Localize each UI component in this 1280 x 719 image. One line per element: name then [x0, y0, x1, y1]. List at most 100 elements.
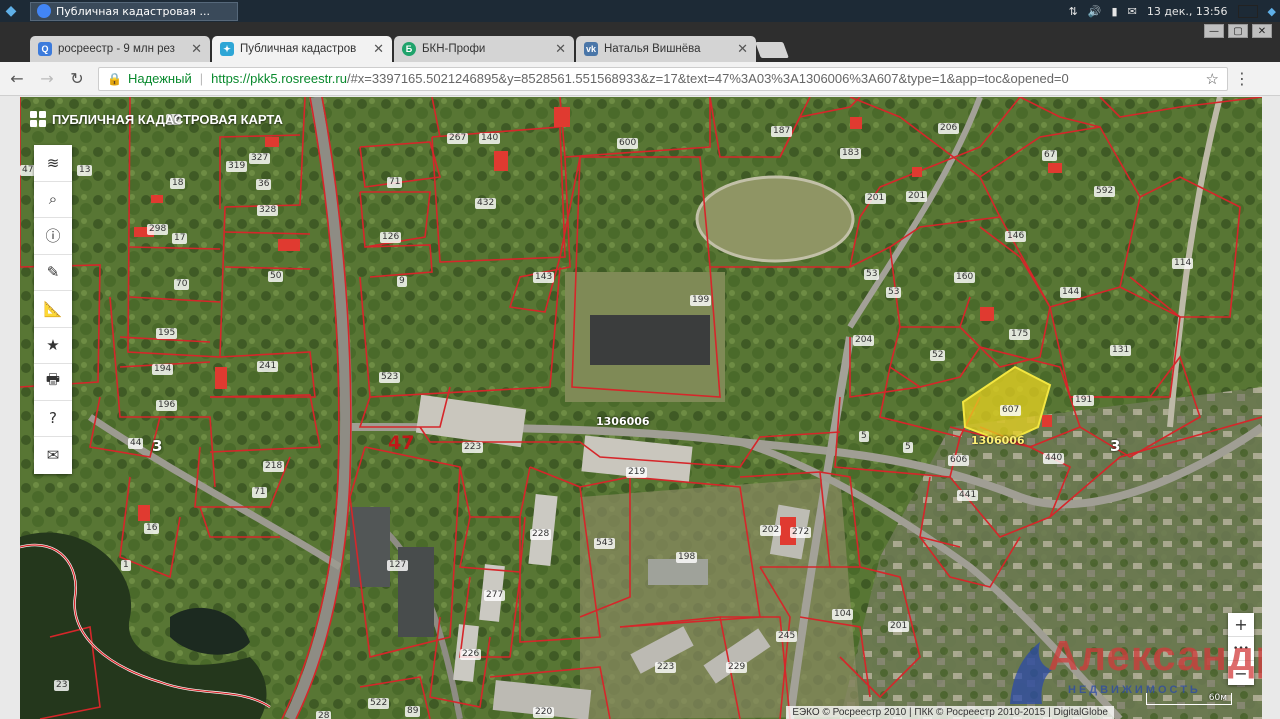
plot-label[interactable]: 441 [957, 490, 979, 501]
close-window-icon[interactable]: ✕ [1252, 24, 1272, 38]
close-icon[interactable]: ✕ [191, 41, 202, 57]
plot-label[interactable]: 223 [462, 442, 484, 453]
plot-label[interactable]: 218 [263, 461, 285, 472]
plot-label[interactable]: 298 [147, 224, 169, 235]
plot-label[interactable]: 592 [1094, 186, 1116, 197]
maximize-icon[interactable]: ▢ [1228, 24, 1248, 38]
plot-label[interactable]: 432 [475, 198, 497, 209]
address-bar[interactable]: 🔒 Надежный | https://pkk5.rosreestr.ru /… [98, 66, 1228, 91]
language-flag-icon[interactable] [1237, 4, 1258, 18]
plot-label[interactable]: 183 [840, 148, 862, 159]
plot-label[interactable]: 327 [249, 153, 271, 164]
plot-label[interactable]: 241 [257, 361, 279, 372]
plot-label[interactable]: 195 [156, 328, 178, 339]
plot-label[interactable]: 143 [533, 272, 555, 283]
plot-label[interactable]: 71 [252, 487, 268, 498]
tab-bkn-profi[interactable]: Б БКН-Профи ✕ [394, 36, 574, 62]
map-app-title[interactable]: ПУБЛИЧНАЯ КАДАСТРОВАЯ КАРТА [30, 111, 283, 127]
plot-label[interactable]: 5 [903, 442, 913, 453]
new-tab-button[interactable] [755, 42, 789, 58]
minimize-icon[interactable]: — [1204, 24, 1224, 38]
plot-label[interactable]: 226 [460, 649, 482, 660]
plot-label[interactable]: 18 [170, 178, 186, 189]
plot-label[interactable]: 9 [397, 276, 407, 287]
plot-label[interactable]: 206 [938, 123, 960, 134]
plot-label[interactable]: 67 [1042, 150, 1058, 161]
print-icon[interactable]: 🖶 [34, 364, 72, 401]
network-icon[interactable]: ⇅ [1069, 5, 1078, 18]
bookmark-star-icon[interactable]: ☆ [1206, 70, 1219, 88]
secure-label[interactable]: Надежный [128, 71, 192, 86]
plot-label[interactable]: 127 [387, 560, 409, 571]
plot-label[interactable]: 328 [257, 205, 279, 216]
plot-label[interactable]: 523 [379, 372, 401, 383]
plot-label[interactable]: 198 [676, 552, 698, 563]
back-arrow-icon[interactable]: ← [4, 66, 30, 92]
forward-arrow-icon[interactable]: → [34, 66, 60, 92]
plot-label[interactable]: 219 [626, 467, 648, 478]
plot-label[interactable]: 131 [1110, 345, 1132, 356]
plot-label[interactable]: 44 [128, 438, 144, 449]
plot-label[interactable]: 272 [790, 527, 812, 538]
plot-label[interactable]: 17 [172, 233, 188, 244]
plot-label[interactable]: 600 [617, 138, 639, 149]
close-icon[interactable]: ✕ [555, 41, 566, 57]
ruler-icon[interactable]: 📐 [34, 291, 72, 328]
plot-label[interactable]: 522 [368, 698, 390, 709]
plot-label[interactable]: 187 [771, 126, 793, 137]
layers-icon[interactable]: ≋ [34, 145, 72, 182]
taskbar-window-button[interactable]: Публичная кадастровая ... [30, 1, 238, 21]
lock-icon[interactable]: 🔒 [107, 72, 122, 86]
plot-label[interactable]: 5 [859, 431, 869, 442]
plot-label[interactable]: 543 [594, 538, 616, 549]
plot-label[interactable]: 23 [54, 680, 70, 691]
plot-label[interactable]: 104 [832, 609, 854, 620]
plot-label[interactable]: 277 [484, 590, 506, 601]
close-icon[interactable]: ✕ [737, 41, 748, 57]
browser-menu-icon[interactable]: ⋮ [1228, 69, 1256, 88]
cadastral-quarter-label[interactable]: 1306006 [971, 434, 1025, 447]
plot-label[interactable]: 114 [1172, 258, 1194, 269]
map-attribution[interactable]: ЕЭКО © Росреестр 2010 | ПКК © Росреестр … [786, 706, 1114, 719]
plot-label[interactable]: 16 [144, 523, 160, 534]
info-icon[interactable]: ⓘ [34, 218, 72, 255]
plot-label[interactable]: 28 [316, 711, 332, 719]
tab-pkk[interactable]: ✦ Публичная кадастров ✕ [212, 36, 392, 62]
tray-app-icon[interactable]: ◆ [1268, 5, 1276, 18]
plot-label[interactable]: 220 [533, 707, 555, 718]
plot-label[interactable]: 53 [864, 269, 880, 280]
plot-label[interactable]: 70 [174, 279, 190, 290]
plot-label[interactable]: 245 [776, 631, 798, 642]
plot-label[interactable]: 50 [268, 271, 284, 282]
mail-icon[interactable]: ✉ [34, 437, 72, 474]
plot-label[interactable]: 204 [853, 335, 875, 346]
plot-label[interactable]: 126 [380, 232, 402, 243]
plot-label[interactable]: 201 [865, 193, 887, 204]
plot-label[interactable]: 201 [888, 621, 910, 632]
plot-label[interactable]: 607 [1000, 405, 1022, 416]
plot-label[interactable]: 229 [726, 662, 748, 673]
plot-label[interactable]: 140 [479, 133, 501, 144]
search-icon[interactable]: ⌕ [34, 182, 72, 218]
plot-label[interactable]: 175 [1009, 329, 1031, 340]
plot-label[interactable]: 440 [1043, 453, 1065, 464]
plot-label[interactable]: 144 [1060, 287, 1082, 298]
plot-label[interactable]: 52 [930, 350, 946, 361]
clock[interactable]: 13 дек., 13:56 [1147, 5, 1228, 18]
tab-rosreestr-search[interactable]: Q росреестр - 9 млн рез ✕ [30, 36, 210, 62]
star-icon[interactable]: ★ [34, 328, 72, 364]
help-icon[interactable]: ? [34, 401, 72, 437]
plot-label[interactable]: 36 [256, 179, 272, 190]
cadastral-quarter-label[interactable]: 1306006 [596, 415, 650, 428]
pencil-icon[interactable]: ✎ [34, 255, 72, 291]
plot-label[interactable]: 196 [156, 400, 178, 411]
volume-icon[interactable]: 🔊 [1088, 5, 1102, 18]
plot-label[interactable]: 199 [690, 295, 712, 306]
plot-label[interactable]: 228 [530, 529, 552, 540]
plot-label[interactable]: 89 [405, 706, 421, 717]
plot-label[interactable]: 1 [121, 560, 131, 571]
plot-label[interactable]: 267 [447, 133, 469, 144]
reload-icon[interactable]: ↻ [64, 66, 90, 92]
plot-label[interactable]: 160 [954, 272, 976, 283]
tab-vk[interactable]: vk Наталья Вишнёва ✕ [576, 36, 756, 62]
